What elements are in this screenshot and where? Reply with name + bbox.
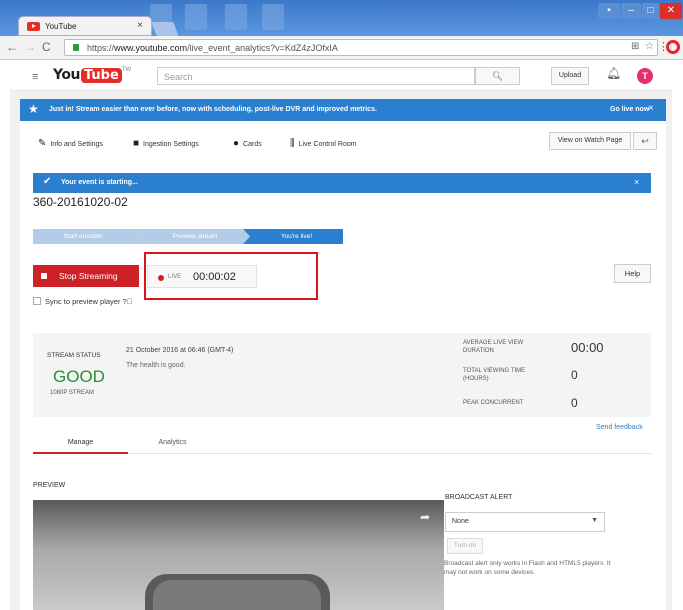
help-circle-icon[interactable]: ?⃝ — [123, 297, 133, 306]
dropdown-arrow-icon: ▼ — [591, 517, 598, 524]
new-tab-button[interactable] — [151, 22, 179, 36]
stat-value-total-viewing-time: 0 — [571, 368, 578, 382]
promo-close-icon[interactable]: × — [648, 103, 654, 114]
translate-icon[interactable]: ⊞ — [631, 41, 639, 52]
view-on-watch-page-button[interactable]: View on Watch Page — [549, 132, 631, 150]
search-input[interactable]: Search — [157, 67, 475, 85]
menu-live-control-room[interactable]: ⫼ Live Control Room — [290, 138, 357, 149]
back-arrow-icon[interactable]: ← — [6, 40, 18, 54]
send-feedback-link[interactable]: Send feedback — [596, 424, 643, 431]
browser-tab-youtube[interactable]: YouTube × — [18, 16, 152, 36]
youtube-favicon-icon — [27, 22, 40, 31]
broadcast-alert-select[interactable]: None ▼ — [445, 512, 605, 532]
back-icon[interactable]: ↩ — [633, 132, 657, 150]
stream-health: The health is good. — [126, 362, 186, 369]
promo-banner: ★ Just in! Stream easier than ever befor… — [20, 99, 666, 121]
stream-date: 21 October 2016 at 06:46 (GMT-4) — [126, 347, 234, 354]
camera-icon: ■ — [133, 138, 140, 149]
preview-label: PREVIEW — [33, 482, 66, 489]
banner-message: Your event is starting... — [61, 179, 138, 186]
opera-icon[interactable] — [666, 40, 680, 54]
url-text: https://www.youtube.com/live_event_analy… — [87, 43, 338, 53]
info-icon: ● — [233, 138, 240, 149]
lock-icon — [73, 44, 79, 51]
stream-status-label: STREAM STATUS — [47, 352, 101, 359]
preview-player[interactable]: ➦ — [33, 500, 444, 610]
address-bar[interactable]: https://www.youtube.com/live_event_analy… — [64, 39, 658, 56]
event-starting-banner: ✔ Your event is starting... × — [33, 173, 651, 193]
bookmark-star-icon[interactable]: ☆ — [645, 41, 654, 52]
stream-stats-panel — [33, 333, 651, 417]
event-title: 360-20161020-02 — [33, 195, 128, 209]
highlight-box — [144, 252, 318, 300]
video-frame-inner — [153, 580, 321, 610]
search-placeholder: Search — [164, 72, 193, 82]
avatar[interactable]: T — [637, 68, 653, 84]
search-icon: 🔍︎ — [491, 71, 504, 81]
help-button[interactable]: Help — [614, 264, 651, 283]
turn-on-button[interactable]: Turn on — [447, 538, 483, 554]
select-value: None — [452, 518, 469, 525]
broadcast-alert-title: BROADCAST ALERT — [445, 494, 513, 501]
stat-label-peak-concurrent: PEAK CONCURRENT — [463, 400, 524, 406]
menu-info-settings[interactable]: ✎ Info and Settings — [38, 138, 103, 149]
share-arrow-icon[interactable]: ➦ — [420, 510, 430, 524]
youtube-logo[interactable]: You Tube TW — [53, 67, 131, 85]
banner-close-icon[interactable]: × — [634, 177, 639, 187]
minimize-icon[interactable]: – — [621, 3, 641, 19]
stop-icon — [41, 273, 47, 279]
stat-value-peak-concurrent: 0 — [571, 396, 578, 410]
hamburger-menu-icon[interactable]: ≡ — [32, 71, 38, 83]
step-youre-live: You're live! — [280, 233, 313, 240]
logo-you: You — [53, 67, 80, 83]
tab-manage[interactable]: Manage — [33, 432, 128, 454]
tab-title: YouTube — [45, 22, 77, 31]
menu-ingestion-settings[interactable]: ■ Ingestion Settings — [133, 138, 199, 149]
stop-streaming-label: Stop Streaming — [59, 271, 118, 281]
menu-cards[interactable]: ● Cards — [233, 138, 262, 149]
step-preview-stream: Preview stream — [172, 233, 218, 240]
sync-label: Sync to preview player — [45, 297, 121, 306]
star-icon: ★ — [28, 102, 39, 116]
step-start-encoder: Start encoder — [63, 233, 103, 240]
forward-arrow-icon[interactable]: → — [24, 40, 36, 54]
stat-value-avg-view-duration: 00:00 — [571, 340, 604, 355]
search-button[interactable]: 🔍︎ — [475, 67, 520, 85]
promo-message: Just in! Stream easier than ever before,… — [49, 106, 377, 113]
checkbox-icon — [33, 297, 41, 305]
maximize-icon[interactable]: □ — [642, 3, 659, 19]
stream-status-value: GOOD — [53, 367, 105, 386]
window-close-icon[interactable]: ✕ — [660, 3, 682, 19]
stop-streaming-button[interactable]: Stop Streaming — [33, 265, 139, 287]
sliders-icon: ⫼ — [290, 138, 295, 149]
stat-label-avg-view-duration: AVERAGE LIVE VIEW DURATION — [463, 340, 524, 354]
pencil-icon: ✎ — [38, 138, 47, 149]
user-profile-icon[interactable]: ▪ — [598, 3, 620, 19]
tab-close-icon[interactable]: × — [137, 20, 143, 31]
logo-region: TW — [121, 67, 132, 73]
checkmark-icon: ✔ — [43, 176, 52, 187]
tab-analytics[interactable]: Analytics — [130, 432, 215, 454]
reload-icon[interactable]: C — [42, 40, 51, 54]
logo-tube: Tube — [80, 68, 122, 83]
stream-resolution: 1080P STREAM — [50, 390, 94, 396]
notifications-bell-icon[interactable]: 🔔︎ — [606, 66, 621, 80]
upload-button[interactable]: Upload — [551, 67, 589, 85]
sync-to-preview-checkbox[interactable]: Sync to preview player ?⃝ — [33, 297, 132, 306]
stat-label-total-viewing-time: TOTAL VIEWING TIME (HOURS) — [463, 368, 526, 382]
broadcast-alert-note: Broadcast alert only works in Flash and … — [444, 560, 611, 576]
go-live-now-link[interactable]: Go live now — [610, 106, 649, 113]
